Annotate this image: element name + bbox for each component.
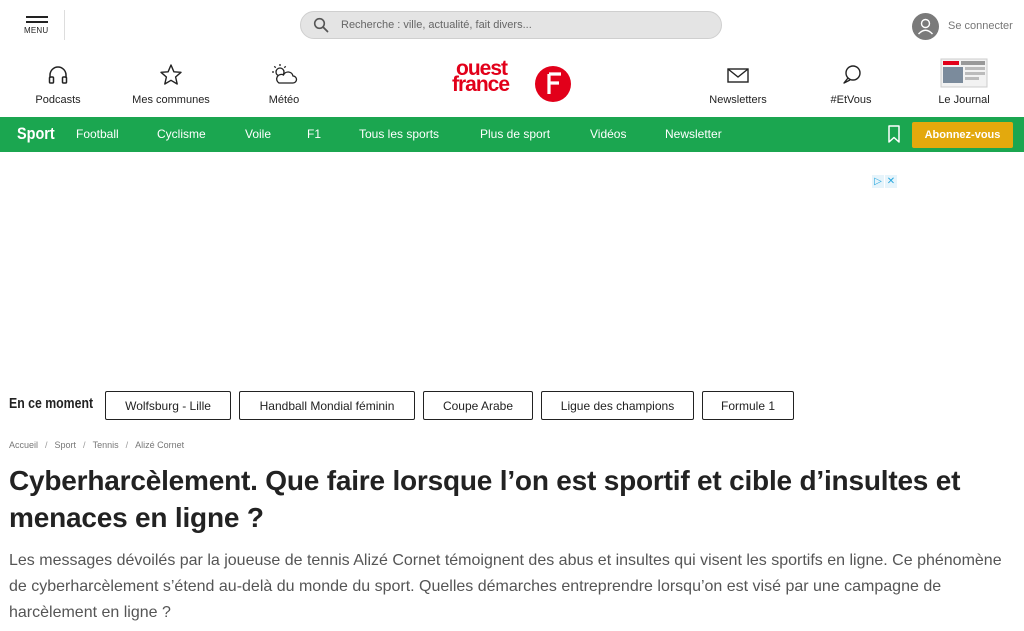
logo-line-2: france [452,73,510,96]
logo-circle-icon [535,66,571,102]
quick-link-le-journal[interactable]: Le Journal [935,58,993,110]
nav-link-tous-les-sports[interactable]: Tous les sports [359,127,439,141]
trending-chip[interactable]: Coupe Arabe [423,391,533,420]
breadcrumb-separator: / [83,440,86,450]
nav-link-newsletter[interactable]: Newsletter [665,127,722,141]
article-lede: Les messages dévoilés par la joueuse de … [9,552,1002,621]
login-link[interactable]: Se connecter [912,12,1013,40]
quick-link-mes-communes[interactable]: Mes communes [126,62,216,110]
star-icon [126,62,216,88]
breadcrumb: Accueil / Sport / Tennis / Alizé Cornet [9,440,184,450]
quick-link-etvous[interactable]: #EtVous [825,62,877,110]
sport-nav-bar: Sport Football Cyclisme Voile F1 Tous le… [0,117,1024,152]
quick-link-label: Mes communes [132,94,210,106]
article-title: Cyberharcèlement. Que faire lorsque l’on… [9,465,961,533]
quick-link-label: #EtVous [830,94,872,106]
quick-link-label: Météo [268,94,300,106]
quick-link-label: Le Journal [938,94,990,106]
trending-chip[interactable]: Ligue des champions [541,391,694,420]
nav-link-voile[interactable]: Voile [245,127,271,141]
breadcrumb-item[interactable]: Tennis [93,440,119,450]
quick-link-label: Newsletters [709,94,767,106]
search-input[interactable] [341,15,711,35]
trending-label: En ce moment [9,395,94,412]
login-label: Se connecter [948,20,1013,32]
nav-link-football[interactable]: Football [76,127,119,141]
newspaper-icon [935,58,993,88]
trending-chip[interactable]: Formule 1 [702,391,794,420]
nav-link-plus-de-sport[interactable]: Plus de sport [480,127,550,141]
search-icon[interactable] [313,17,329,33]
top-bar: MENU Se connecter [0,0,1024,52]
quick-link-label: Podcasts [35,94,81,106]
ad-info-icon[interactable]: ▷ [872,175,884,188]
menu-button[interactable]: MENU [22,14,52,38]
sport-section-title[interactable]: Sport [17,124,55,144]
ad-banner[interactable] [128,172,898,372]
hamburger-icon [26,16,48,26]
ad-choices[interactable]: ▷ ✕ [872,175,898,188]
chat-bubble-icon [825,62,877,88]
nav-link-f1[interactable]: F1 [307,127,321,141]
trending-chip[interactable]: Wolfsburg - Lille [105,391,231,420]
breadcrumb-item[interactable]: Sport [55,440,77,450]
envelope-icon [706,62,770,88]
sun-cloud-icon [262,62,306,88]
headphones-icon [28,62,88,88]
quick-link-meteo[interactable]: Météo [262,62,306,110]
menu-label: MENU [24,26,49,35]
breadcrumb-separator: / [45,440,48,450]
trending-chip[interactable]: Handball Mondial féminin [239,391,415,420]
ouest-france-logo[interactable]: ouest france [452,58,572,106]
breadcrumb-separator: / [125,440,129,450]
quick-link-podcasts[interactable]: Podcasts [28,62,88,110]
bookmark-icon[interactable] [887,125,901,143]
logo-text: ouest france [452,58,510,96]
ad-close-icon[interactable]: ✕ [885,175,897,188]
user-icon [912,12,939,40]
nav-link-videos[interactable]: Vidéos [590,127,626,141]
breadcrumb-item[interactable]: Alizé Cornet [135,440,184,450]
quick-link-newsletters[interactable]: Newsletters [706,62,770,110]
subscribe-button[interactable]: Abonnez-vous [912,122,1013,148]
breadcrumb-item[interactable]: Accueil [9,440,38,450]
search-bar[interactable] [300,11,722,39]
nav-link-cyclisme[interactable]: Cyclisme [157,127,206,141]
divider [64,10,65,40]
